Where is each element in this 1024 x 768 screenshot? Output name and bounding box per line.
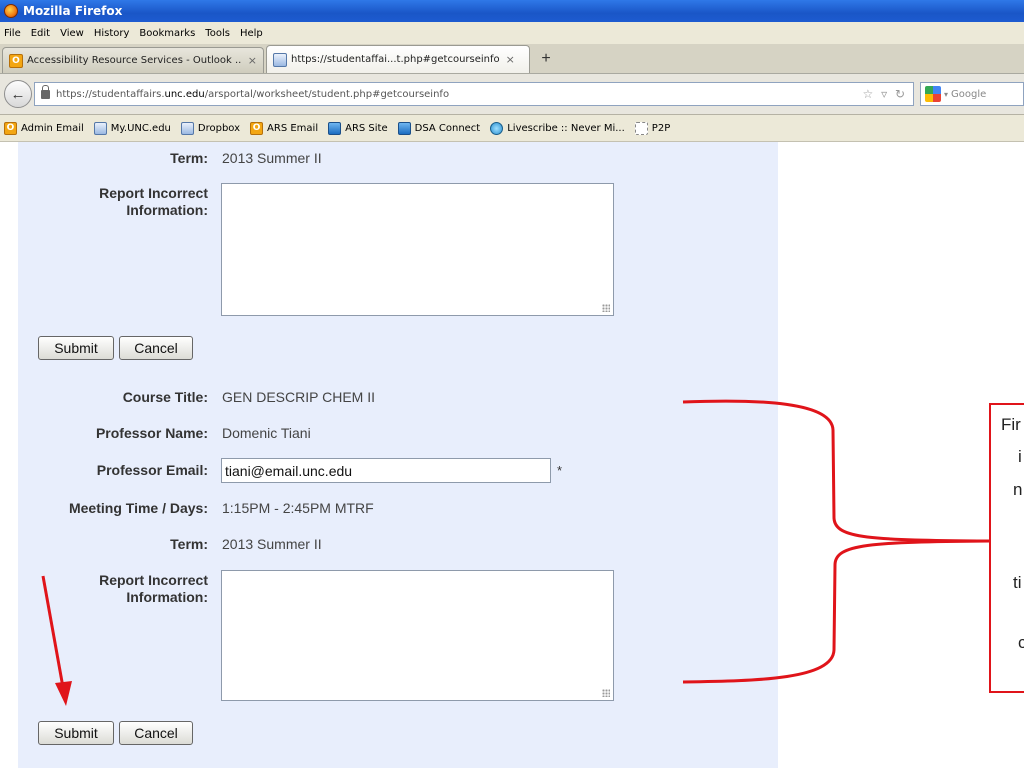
tab-studentaffairs[interactable]: https://studentaffai...t.php#getcoursein… bbox=[266, 45, 530, 73]
bookmark-ars-email[interactable]: O ARS Email bbox=[250, 121, 319, 135]
bookmark-dropbox[interactable]: Dropbox bbox=[180, 121, 241, 135]
tab-close-icon[interactable]: × bbox=[248, 54, 257, 67]
menu-bar: File Edit View History Bookmarks Tools H… bbox=[0, 22, 1024, 44]
required-asterisk: * bbox=[557, 463, 563, 478]
bookmarks-bar: O Admin Email My.UNC.edu Dropbox O ARS E… bbox=[0, 115, 1024, 142]
page-icon bbox=[273, 52, 287, 67]
callout-text-fragment: ti bbox=[1013, 573, 1022, 592]
empty-page-icon bbox=[634, 121, 648, 135]
outlook-icon: O bbox=[9, 53, 23, 68]
bookmark-label: ARS Email bbox=[267, 122, 319, 134]
meeting-time-value: 1:15PM - 2:45PM MTRF bbox=[222, 500, 374, 516]
bookmark-admin-email[interactable]: O Admin Email bbox=[4, 121, 84, 135]
bookmark-label: Dropbox bbox=[197, 122, 241, 134]
menu-history[interactable]: History bbox=[89, 28, 135, 39]
resize-grip-icon[interactable] bbox=[602, 304, 610, 312]
menu-bookmarks[interactable]: Bookmarks bbox=[134, 28, 200, 39]
professor-email-field[interactable]: tiani@email.unc.edu bbox=[221, 458, 551, 483]
bookmark-p2p[interactable]: P2P bbox=[634, 121, 671, 135]
search-dropdown-icon[interactable]: ▾ bbox=[944, 90, 948, 99]
url-prefix: https://studentaffairs. bbox=[56, 88, 165, 100]
term-value: 2013 Summer II bbox=[222, 536, 322, 552]
window-title-bar: Mozilla Firefox bbox=[0, 0, 1024, 22]
tab-close-icon[interactable]: × bbox=[506, 53, 515, 66]
callout-text-fragment: n bbox=[1013, 480, 1023, 499]
report-incorrect-label: Report Incorrect bbox=[99, 572, 208, 588]
search-box[interactable]: ▾ Google bbox=[920, 82, 1024, 106]
resize-grip-icon[interactable] bbox=[602, 689, 610, 697]
back-button[interactable]: ← bbox=[4, 80, 32, 108]
back-arrow-icon: ← bbox=[10, 85, 26, 103]
bookmark-ars-site[interactable]: ARS Site bbox=[328, 121, 388, 135]
term-label: Term: bbox=[170, 536, 208, 552]
tab-label: Accessibility Resource Services - Outloo… bbox=[27, 55, 242, 66]
url-path: /arsportal/worksheet/student.php#getcour… bbox=[204, 88, 450, 100]
dsa-connect-icon bbox=[397, 121, 411, 135]
menu-tools[interactable]: Tools bbox=[200, 28, 235, 39]
bookmark-label: DSA Connect bbox=[414, 122, 481, 134]
menu-help[interactable]: Help bbox=[235, 28, 268, 39]
page-icon bbox=[93, 121, 107, 135]
bookmark-label: P2P bbox=[651, 122, 671, 134]
livescribe-icon bbox=[490, 121, 504, 135]
bookmark-dsa-connect[interactable]: DSA Connect bbox=[397, 121, 481, 135]
bookmark-my-unc[interactable]: My.UNC.edu bbox=[93, 121, 171, 135]
ars-site-icon bbox=[328, 121, 342, 135]
term-label: Term: bbox=[170, 150, 208, 166]
report-incorrect-textarea[interactable] bbox=[221, 183, 614, 316]
menu-file[interactable]: File bbox=[0, 28, 26, 39]
bookmark-livescribe[interactable]: Livescribe :: Never Mi... bbox=[490, 121, 625, 135]
report-information-label: Information: bbox=[126, 589, 208, 605]
menu-edit[interactable]: Edit bbox=[26, 28, 55, 39]
tab-label: https://studentaffai...t.php#getcoursein… bbox=[291, 54, 500, 65]
url-host: unc.edu bbox=[164, 88, 205, 100]
professor-name-value: Domenic Tiani bbox=[222, 425, 311, 441]
meeting-time-label: Meeting Time / Days: bbox=[68, 500, 208, 516]
report-incorrect-label: Report Incorrect bbox=[99, 185, 208, 201]
submit-button[interactable]: Submit bbox=[38, 721, 114, 745]
search-placeholder: Google bbox=[951, 88, 987, 100]
course-title-value: GEN DESCRIP CHEM II bbox=[222, 389, 375, 405]
navigation-bar: ← https://studentaffairs. unc.edu/arsport… bbox=[0, 74, 1024, 115]
professor-name-label: Professor Name: bbox=[95, 425, 208, 441]
url-bar[interactable]: https://studentaffairs. unc.edu/arsportal… bbox=[34, 82, 914, 106]
callout-text-fragment: Fir bbox=[1001, 415, 1021, 434]
tab-strip: O Accessibility Resource Services - Outl… bbox=[0, 44, 1024, 74]
course-title-label: Course Title: bbox=[122, 389, 208, 405]
outlook-icon: O bbox=[4, 121, 17, 135]
bookmark-label: ARS Site bbox=[345, 122, 388, 134]
bookmark-label: Admin Email bbox=[21, 122, 84, 134]
cancel-button[interactable]: Cancel bbox=[119, 721, 193, 745]
bookmark-label: Livescribe :: Never Mi... bbox=[507, 122, 625, 134]
window-title: Mozilla Firefox bbox=[23, 4, 123, 18]
menu-view[interactable]: View bbox=[55, 28, 89, 39]
term-value: 2013 Summer II bbox=[222, 150, 322, 166]
new-tab-button[interactable]: + bbox=[532, 47, 560, 71]
report-information-label: Information: bbox=[126, 202, 208, 218]
cancel-button[interactable]: Cancel bbox=[119, 336, 193, 360]
submit-button[interactable]: Submit bbox=[38, 336, 114, 360]
callout-text-fragment: i bbox=[1018, 447, 1022, 466]
firefox-logo-icon bbox=[4, 4, 18, 18]
report-incorrect-textarea[interactable] bbox=[221, 570, 614, 701]
outlook-icon: O bbox=[250, 121, 264, 135]
bookmark-label: My.UNC.edu bbox=[110, 122, 171, 134]
bookmark-star-icon[interactable]: ☆ ▿ ↻ bbox=[863, 87, 907, 101]
page-icon bbox=[180, 121, 194, 135]
google-icon[interactable] bbox=[925, 86, 941, 102]
callout-box: Fir i n ti c bbox=[989, 403, 1024, 693]
professor-email-label: Professor Email: bbox=[96, 462, 208, 478]
callout-text-fragment: c bbox=[1018, 633, 1024, 653]
tab-outlook[interactable]: O Accessibility Resource Services - Outl… bbox=[2, 47, 264, 73]
lock-icon bbox=[41, 84, 50, 99]
professor-email-value: tiani@email.unc.edu bbox=[225, 462, 353, 479]
